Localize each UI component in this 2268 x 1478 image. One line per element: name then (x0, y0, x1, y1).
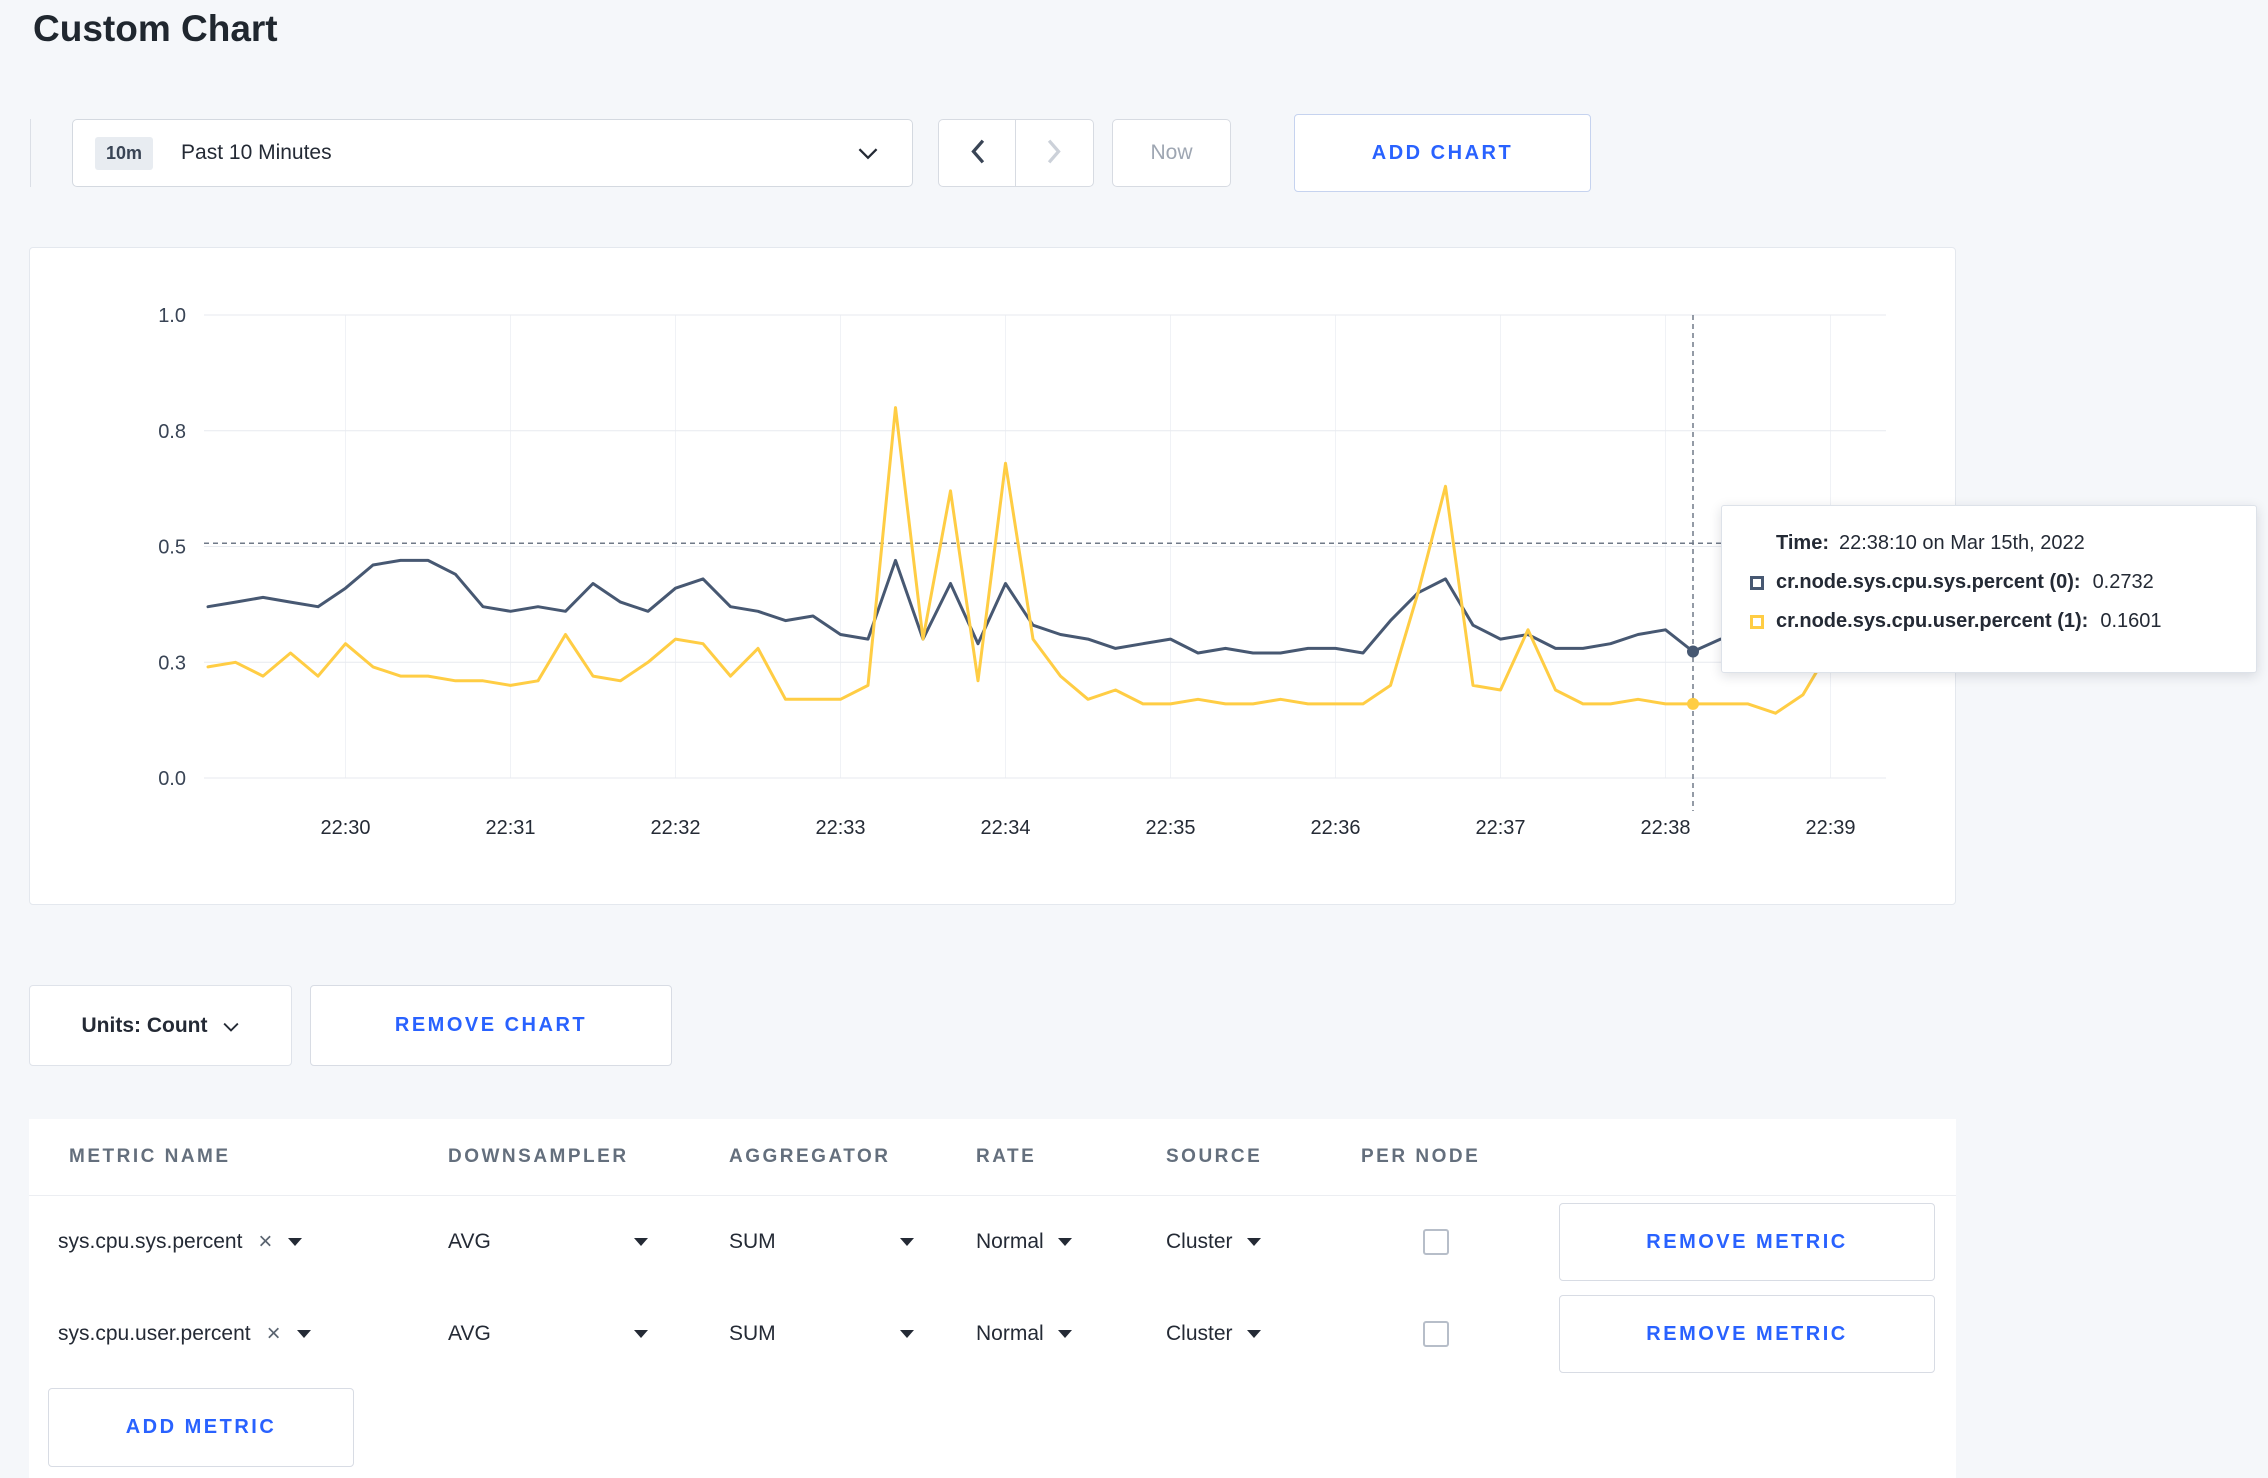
svg-text:22:38: 22:38 (1640, 817, 1690, 839)
source-value: Cluster (1166, 1322, 1233, 1345)
chart-tooltip: Time: 22:38:10 on Mar 15th, 2022 cr.node.… (1721, 505, 2257, 673)
select-arrow-icon (634, 1238, 648, 1246)
svg-text:22:31: 22:31 (485, 817, 535, 839)
svg-text:0.3: 0.3 (158, 652, 186, 674)
select-arrow-icon (900, 1330, 914, 1338)
svg-text:0.0: 0.0 (158, 768, 186, 790)
time-pager (938, 119, 1094, 187)
add-chart-button[interactable]: ADD CHART (1294, 114, 1591, 192)
svg-text:22:30: 22:30 (320, 817, 370, 839)
rate-select[interactable]: Normal (976, 1230, 1166, 1254)
chevron-down-icon (223, 1014, 239, 1038)
select-arrow-icon (296, 1330, 311, 1338)
series-user-swatch-icon (1750, 614, 1764, 629)
metric-name-value: sys.cpu.user.percent (58, 1322, 251, 1345)
source-value: Cluster (1166, 1230, 1233, 1253)
aggregator-select[interactable]: SUM (729, 1322, 914, 1346)
downsampler-value: AVG (448, 1230, 491, 1253)
source-select[interactable]: Cluster (1166, 1322, 1350, 1346)
rate-select[interactable]: Normal (976, 1322, 1166, 1346)
metric-name-select[interactable]: sys.cpu.sys.percent × (58, 1230, 448, 1254)
tooltip-series-label: cr.node.sys.cpu.user.percent (1): (1776, 610, 2089, 632)
col-header-aggregator: AGGREGATOR (729, 1146, 891, 1167)
tooltip-series-row-user: cr.node.sys.cpu.user.percent (1): 0.1601 (1750, 610, 2228, 633)
svg-text:22:39: 22:39 (1805, 817, 1855, 839)
aggregator-select[interactable]: SUM (729, 1230, 914, 1254)
select-arrow-icon (1057, 1330, 1072, 1338)
chevron-right-icon (1046, 138, 1063, 168)
remove-metric-button[interactable]: REMOVE METRIC (1559, 1203, 1935, 1281)
svg-text:0.5: 0.5 (158, 537, 186, 559)
svg-text:22:34: 22:34 (980, 817, 1030, 839)
clear-metric-icon[interactable]: × (258, 1230, 272, 1254)
metrics-table-header: METRIC NAME DOWNSAMPLER AGGREGATOR RATE … (29, 1119, 1956, 1196)
select-arrow-icon (1057, 1238, 1072, 1246)
units-label: Units: Count (81, 1013, 208, 1037)
downsampler-value: AVG (448, 1322, 491, 1345)
timerange-badge: 10m (95, 136, 154, 170)
timerange-dropdown[interactable]: 10m Past 10 Minutes (72, 119, 913, 187)
rate-value: Normal (976, 1322, 1044, 1345)
add-metric-button[interactable]: ADD METRIC (48, 1388, 354, 1467)
svg-text:22:37: 22:37 (1475, 817, 1525, 839)
metric-row-1: sys.cpu.sys.percent × AVG SUM Normal Clu… (29, 1196, 1956, 1288)
tooltip-time-row: Time: 22:38:10 on Mar 15th, 2022 (1776, 532, 2228, 555)
rate-value: Normal (976, 1230, 1044, 1253)
series-sys-swatch-icon (1750, 575, 1764, 590)
svg-text:0.8: 0.8 (158, 421, 186, 443)
svg-text:22:35: 22:35 (1145, 817, 1195, 839)
tooltip-time-label: Time: (1776, 532, 1829, 554)
units-dropdown[interactable]: Units: Count (29, 985, 292, 1066)
tooltip-series-row-sys: cr.node.sys.cpu.sys.percent (0): 0.2732 (1750, 571, 2228, 594)
now-button[interactable]: Now (1112, 119, 1231, 187)
per-node-checkbox[interactable] (1423, 1229, 1449, 1255)
col-header-metric-name: METRIC NAME (69, 1146, 231, 1167)
select-arrow-icon (288, 1238, 303, 1246)
select-arrow-icon (900, 1238, 914, 1246)
downsampler-select[interactable]: AVG (448, 1230, 648, 1254)
metric-row-2: sys.cpu.user.percent × AVG SUM Normal Cl… (29, 1288, 1956, 1380)
tooltip-series-value: 0.1601 (2100, 610, 2162, 632)
metric-name-select[interactable]: sys.cpu.user.percent × (58, 1322, 448, 1346)
next-timeframe-button[interactable] (1016, 119, 1094, 187)
downsampler-select[interactable]: AVG (448, 1322, 648, 1346)
per-node-checkbox[interactable] (1423, 1321, 1449, 1347)
aggregator-value: SUM (729, 1322, 776, 1345)
col-header-source: SOURCE (1166, 1146, 1263, 1167)
tooltip-series-label: cr.node.sys.cpu.sys.percent (0): (1776, 571, 2081, 593)
chart-card: 22:30 22:31 22:32 22:33 22:34 22:35 22:36 22:37… (29, 247, 1956, 905)
chevron-left-icon (969, 138, 986, 168)
custom-chart-plot[interactable]: 22:30 22:31 22:32 22:33 22:34 22:35 22:36 22:37… (30, 248, 1957, 906)
tooltip-time-value: 22:38:10 on Mar 15th, 2022 (1838, 532, 2085, 554)
svg-text:22:36: 22:36 (1310, 817, 1360, 839)
chart-controls: Units: Count REMOVE CHART (29, 985, 672, 1066)
select-arrow-icon (1246, 1330, 1261, 1338)
svg-text:1.0: 1.0 (158, 305, 186, 327)
source-select[interactable]: Cluster (1166, 1230, 1350, 1254)
toolbar-divider (30, 119, 31, 187)
chevron-down-icon (858, 147, 878, 160)
tooltip-series-value: 0.2732 (2092, 571, 2154, 593)
custom-chart-page: Custom Chart 10m Past 10 Minutes Now ADD… (0, 0, 2268, 1478)
svg-text:22:32: 22:32 (650, 817, 700, 839)
col-header-per-node: PER NODE (1361, 1146, 1481, 1167)
svg-text:22:33: 22:33 (815, 817, 865, 839)
clear-metric-icon[interactable]: × (267, 1322, 281, 1346)
metrics-table: METRIC NAME DOWNSAMPLER AGGREGATOR RATE … (29, 1119, 1956, 1478)
col-header-downsampler: DOWNSAMPLER (448, 1146, 629, 1167)
metric-name-value: sys.cpu.sys.percent (58, 1230, 243, 1253)
col-header-rate: RATE (976, 1146, 1037, 1167)
timerange-label: Past 10 Minutes (181, 141, 332, 164)
previous-timeframe-button[interactable] (938, 119, 1016, 187)
select-arrow-icon (634, 1330, 648, 1338)
toolbar: 10m Past 10 Minutes Now ADD CHART (30, 114, 1591, 192)
remove-metric-button[interactable]: REMOVE METRIC (1559, 1295, 1935, 1373)
aggregator-value: SUM (729, 1230, 776, 1253)
page-title: Custom Chart (33, 8, 278, 49)
remove-chart-button[interactable]: REMOVE CHART (310, 985, 672, 1066)
select-arrow-icon (1246, 1238, 1261, 1246)
